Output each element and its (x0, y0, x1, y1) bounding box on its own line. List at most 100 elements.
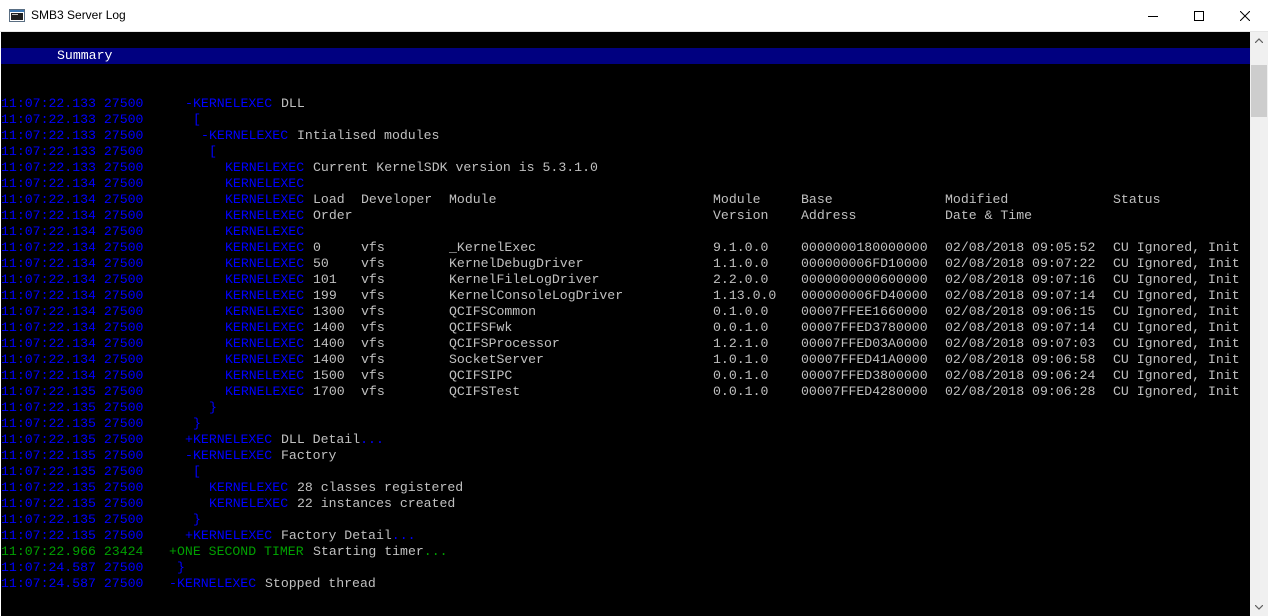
log-timestamp: 11:07:22.135 27500 (1, 416, 144, 431)
module-table-cell: 02/08/2018 09:07:14 (945, 288, 1096, 303)
module-table-cell: CU Ignored, Init (1113, 384, 1240, 399)
log-line: 11:07:22.135 27500 + KERNELEXEC Factory Det… (1, 528, 1250, 544)
log-line: 11:07:22.135 27500 KERNELEXEC 22 instances… (1, 496, 1250, 512)
log-timestamp: 11:07:22.134 27500 (1, 352, 144, 367)
log-expander[interactable]: + (185, 432, 193, 448)
scroll-thumb[interactable] (1251, 65, 1267, 117)
module-table-cell: Date & Time (945, 208, 1033, 223)
log-timestamp: 11:07:22.134 27500 (1, 208, 144, 223)
arrow-up-icon (1255, 38, 1263, 43)
module-table-cell: 0.0.1.0 (713, 384, 769, 399)
log-message: Factory Detail... (281, 528, 416, 544)
module-table-cell: 00007FFED03A0000 (801, 336, 928, 351)
log-message-text: Current KernelSDK version is 5.3.1.0 (313, 160, 598, 175)
module-table-cell: QCIFSFwk (449, 320, 513, 335)
log-timestamp: 11:07:22.134 27500 (1, 288, 144, 303)
log-timestamp: 11:07:22.135 27500 (1, 432, 144, 447)
scroll-up-button[interactable] (1250, 32, 1268, 49)
log-line: 11:07:22.966 23424 + ONE SECOND TIMER Start… (1, 544, 1250, 560)
log-expander[interactable]: - (185, 448, 193, 464)
module-table-cell: QCIFSIPC (449, 368, 513, 383)
module-table-cell: CU Ignored, Init (1113, 304, 1240, 319)
scroll-down-button[interactable] (1250, 599, 1268, 616)
module-table-cell: vfs (361, 288, 385, 303)
module-table-cell: 02/08/2018 09:07:14 (945, 320, 1096, 335)
module-table-cell: 02/08/2018 09:06:58 (945, 352, 1096, 367)
module-table-cell: 0000000180000000 (801, 240, 928, 255)
log-line: 11:07:22.135 27500 + KERNELEXEC DLL Detail.… (1, 432, 1250, 448)
log-line: 11:07:22.134 27500 KERNELEXEC (1, 176, 1250, 192)
log-source: KERNELEXEC (209, 496, 289, 511)
log-timestamp: 11:07:22.135 27500 (1, 512, 144, 527)
log-timestamp: 11:07:22.135 27500 (1, 448, 144, 463)
module-table-cell: 1300 (313, 304, 345, 319)
log-source: KERNELEXEC (225, 160, 305, 175)
module-table-cell: 9.1.0.0 (713, 240, 769, 255)
vertical-scrollbar[interactable] (1250, 32, 1268, 616)
module-table-cell: CU Ignored, Init (1113, 272, 1240, 287)
module-table-cell: 0.0.1.0 (713, 368, 769, 383)
log-lines: 11:07:22.133 27500- KERNELEXEC DLL 11:07:22… (1, 96, 1250, 592)
module-table-cell: Load (313, 192, 345, 207)
console-output[interactable]: Summary 11:07:22.133 27500- KERNELEXEC DLL… (1, 32, 1250, 616)
log-line: 11:07:22.134 27500 KERNELEXEC 101 vfs Kernel… (1, 272, 1250, 288)
module-table-cell: vfs (361, 272, 385, 287)
log-source: KERNELEXEC (225, 304, 305, 319)
log-brace: } (177, 560, 185, 575)
log-line: 11:07:22.135 27500 KERNELEXEC 28 classes r… (1, 480, 1250, 496)
window-title: SMB3 Server Log (31, 8, 126, 22)
module-table-cell: 02/08/2018 09:05:52 (945, 240, 1096, 255)
log-brace: } (193, 512, 201, 527)
log-line: 11:07:22.134 27500 KERNELEXEC (1, 224, 1250, 240)
log-message-text: Factory (281, 448, 337, 463)
log-timestamp: 11:07:22.133 27500 (1, 144, 144, 159)
log-source: KERNELEXEC (209, 480, 289, 495)
minimize-icon (1148, 16, 1158, 17)
log-source: KERNELEXEC (193, 432, 273, 447)
minimize-button[interactable] (1130, 0, 1176, 32)
log-expander[interactable]: - (169, 576, 177, 592)
module-table-cell: Version (713, 208, 769, 223)
log-expander[interactable]: - (201, 128, 209, 144)
log-line: 11:07:22.134 27500 KERNELEXEC Load Develope… (1, 192, 1250, 208)
log-source: KERNELEXEC (225, 352, 305, 367)
module-table-cell: 1.0.1.0 (713, 352, 769, 367)
module-table-cell: CU Ignored, Init (1113, 352, 1240, 367)
log-expander[interactable]: + (169, 544, 177, 560)
log-expander[interactable]: - (185, 96, 193, 112)
log-timestamp: 11:07:22.135 27500 (1, 528, 144, 543)
module-table-cell: 1400 (313, 352, 345, 367)
module-table-cell: 000000006FD40000 (801, 288, 928, 303)
log-source: KERNELEXEC (193, 528, 273, 543)
module-table-cell: 02/08/2018 09:07:22 (945, 256, 1096, 271)
log-line: 11:07:22.133 27500 - KERNELEXEC DLL (1, 96, 1250, 112)
close-button[interactable] (1222, 0, 1268, 32)
log-message: DLL Detail... (281, 432, 384, 448)
log-brace: } (209, 400, 217, 415)
log-line: 11:07:22.133 27500 KERNELEXEC Current Kern… (1, 160, 1250, 176)
module-table-cell: 101 (313, 272, 337, 287)
module-table-cell: 0 (313, 240, 321, 255)
log-source: KERNELEXEC (225, 368, 305, 383)
log-ellipsis: ... (423, 544, 448, 559)
module-table-cell: QCIFSTest (449, 384, 521, 399)
module-table-cell: CU Ignored, Init (1113, 336, 1240, 351)
log-line: 11:07:22.134 27500 KERNELEXEC 199 vfs Kernel… (1, 288, 1250, 304)
log-message-text: DLL (281, 96, 305, 111)
log-timestamp: 11:07:22.134 27500 (1, 176, 144, 191)
module-table-cell: 1.2.1.0 (713, 336, 769, 351)
maximize-button[interactable] (1176, 0, 1222, 32)
log-line: 11:07:22.134 27500 KERNELEXEC 1400 vfs Socke… (1, 352, 1250, 368)
module-table-cell: 00007FFED4280000 (801, 384, 928, 399)
log-message-text: 22 instances created (297, 496, 456, 511)
module-table-cell: 1.13.0.0 (713, 288, 777, 303)
log-line: 11:07:22.135 27500 KERNELEXEC 1700 vfs QCIFS… (1, 384, 1250, 400)
module-table-cell: QCIFSCommon (449, 304, 537, 319)
log-expander[interactable]: + (185, 528, 193, 544)
module-table-cell: 0000000000600000 (801, 272, 928, 287)
module-table-cell: 02/08/2018 09:06:24 (945, 368, 1096, 383)
log-timestamp: 11:07:22.134 27500 (1, 240, 144, 255)
module-table-cell: Modified (945, 192, 1009, 207)
log-timestamp: 11:07:22.135 27500 (1, 496, 144, 511)
module-table-cell: 50 (313, 256, 329, 271)
